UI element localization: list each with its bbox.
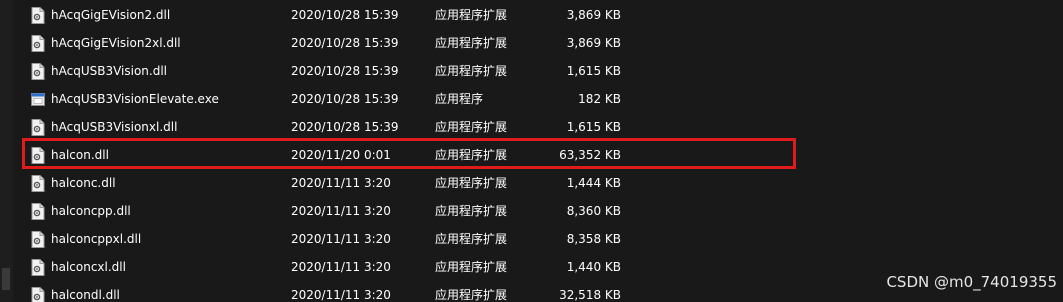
file-type: 应用程序扩展 <box>435 120 508 134</box>
file-date: 2020/10/28 15:39 <box>291 92 399 106</box>
file-date: 2020/10/28 15:39 <box>291 120 399 134</box>
file-name: hAcqGigEVision2xl.dll <box>51 36 181 50</box>
file-date: 2020/10/28 15:39 <box>291 64 399 78</box>
file-row[interactable]: hAcqUSB3Visionxl.dll 2020/10/28 15:39 应用… <box>24 113 1024 141</box>
file-date: 2020/11/11 3:20 <box>291 232 391 246</box>
file-size: 3,869 KB <box>566 36 621 50</box>
file-date: 2020/11/11 3:20 <box>291 288 391 302</box>
file-name: hAcqUSB3Vision.dll <box>51 64 167 78</box>
file-name: halcon.dll <box>51 148 109 162</box>
file-name: hAcqUSB3Visionxl.dll <box>51 120 178 134</box>
file-date: 2020/11/11 3:20 <box>291 176 391 190</box>
dll-file-icon <box>31 63 45 80</box>
exe-file-icon <box>31 91 45 108</box>
watermark: CSDN @m0_74019355 <box>886 273 1057 291</box>
file-type: 应用程序扩展 <box>435 176 508 190</box>
file-size: 32,518 KB <box>559 288 621 302</box>
file-type: 应用程序扩展 <box>435 64 508 78</box>
file-name: halconcpp.dll <box>51 204 131 218</box>
file-date: 2020/11/11 3:20 <box>291 260 391 274</box>
dll-file-icon <box>31 119 45 136</box>
dll-file-icon <box>31 35 45 52</box>
file-size: 1,444 KB <box>566 176 621 190</box>
dll-file-icon <box>31 203 45 220</box>
file-name: hAcqUSB3VisionElevate.exe <box>51 92 219 106</box>
file-size: 8,358 KB <box>566 232 621 246</box>
file-row[interactable]: hAcqUSB3Vision.dll 2020/10/28 15:39 应用程序… <box>24 57 1024 85</box>
dll-file-icon <box>31 175 45 192</box>
file-name: halcondl.dll <box>51 288 120 302</box>
file-row[interactable]: hAcqGigEVision2xl.dll 2020/10/28 15:39 应… <box>24 29 1024 57</box>
file-type: 应用程序扩展 <box>435 8 508 22</box>
file-date: 2020/11/20 0:01 <box>291 148 391 162</box>
file-type: 应用程序扩展 <box>435 232 508 246</box>
file-row[interactable]: halcondl.dll 2020/11/11 3:20 应用程序扩展 32,5… <box>24 281 1024 302</box>
dll-file-icon <box>31 7 45 24</box>
file-name: halconcppxl.dll <box>51 232 142 246</box>
file-name: halconcxl.dll <box>51 260 126 274</box>
file-date: 2020/10/28 15:39 <box>291 36 399 50</box>
file-row[interactable]: halconc.dll 2020/11/11 3:20 应用程序扩展 1,444… <box>24 169 1024 197</box>
file-name: hAcqGigEVision2.dll <box>51 8 171 22</box>
file-date: 2020/11/11 3:20 <box>291 204 391 218</box>
file-size: 1,615 KB <box>566 64 621 78</box>
dll-file-icon <box>31 259 45 276</box>
file-list-view: hAcqGigEVision2.dll 2020/10/28 15:39 应用程… <box>0 0 1063 302</box>
file-size: 63,352 KB <box>559 148 621 162</box>
file-type: 应用程序扩展 <box>435 148 508 162</box>
file-type: 应用程序扩展 <box>435 204 508 218</box>
dll-file-icon <box>31 231 45 248</box>
file-size: 1,440 KB <box>566 260 621 274</box>
file-date: 2020/10/28 15:39 <box>291 8 399 22</box>
file-size: 1,615 KB <box>566 120 621 134</box>
file-type: 应用程序扩展 <box>435 36 508 50</box>
file-row[interactable]: halconcpp.dll 2020/11/11 3:20 应用程序扩展 8,3… <box>24 197 1024 225</box>
file-type: 应用程序扩展 <box>435 288 508 302</box>
dll-file-icon <box>31 147 45 164</box>
file-row[interactable]: hAcqGigEVision2.dll 2020/10/28 15:39 应用程… <box>24 1 1024 29</box>
scroll-marker[interactable] <box>2 268 10 290</box>
file-size: 182 KB <box>578 92 621 106</box>
scroll-gutter <box>0 0 13 302</box>
file-size: 8,360 KB <box>566 204 621 218</box>
file-row[interactable]: halconcxl.dll 2020/11/11 3:20 应用程序扩展 1,4… <box>24 253 1024 281</box>
file-size: 3,869 KB <box>566 8 621 22</box>
file-row[interactable]: halconcppxl.dll 2020/11/11 3:20 应用程序扩展 8… <box>24 225 1024 253</box>
file-type: 应用程序扩展 <box>435 260 508 274</box>
file-type: 应用程序 <box>435 92 484 106</box>
file-row[interactable]: halcon.dll 2020/11/20 0:01 应用程序扩展 63,352… <box>24 141 1024 169</box>
dll-file-icon <box>31 287 45 302</box>
file-name: halconc.dll <box>51 176 116 190</box>
file-row[interactable]: hAcqUSB3VisionElevate.exe 2020/10/28 15:… <box>24 85 1024 113</box>
